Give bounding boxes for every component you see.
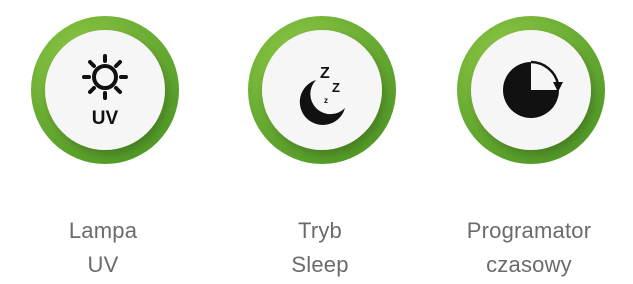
sleep-badge-graphic: Z Z z [248,16,396,164]
caption-line-2: UV [87,252,119,277]
svg-text:z: z [324,96,328,105]
caption-line-1: Programator [466,218,592,243]
feature-timer: Programator czasowy [429,0,629,284]
badge-uv-lamp: UV [29,14,181,166]
caption-line-1: Tryb [298,218,342,243]
caption-sleep-mode: Tryb Sleep [220,214,420,282]
caption-uv-lamp: Lampa UV [3,214,203,282]
badge-sleep-mode: Z Z z [246,14,398,166]
feature-badges: UV Lampa UV Z Z z Tryb Sleep Programator… [0,0,633,284]
uv-badge-graphic: UV [31,16,179,164]
svg-text:Z: Z [332,80,340,95]
caption-line-2: Sleep [291,252,349,277]
caption-line-2: czasowy [486,252,572,277]
badge-timer [455,14,607,166]
white-disc [262,30,382,150]
uv-icon-label: UV [92,108,119,129]
caption-line-1: Lampa [68,218,138,243]
caption-timer: Programator czasowy [429,214,629,282]
feature-sleep-mode: Z Z z Tryb Sleep [220,0,420,284]
feature-uv-lamp: UV Lampa UV [3,0,203,284]
timer-badge-graphic [457,16,605,164]
svg-text:Z: Z [320,65,330,82]
